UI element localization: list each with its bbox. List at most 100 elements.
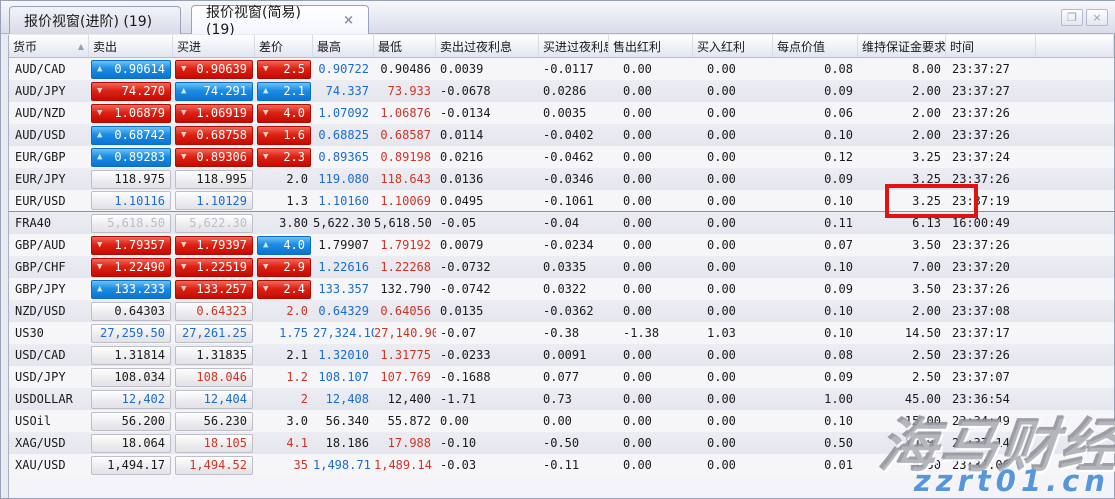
buy-button[interactable]: ▼ 1.06919 [175,103,253,123]
spread-cell[interactable]: ▲ 2.1 [257,81,311,101]
buy-button[interactable]: 18.105 [175,433,253,453]
quote-row-AUD/USD[interactable]: AUD/USD ▲ 0.68742 ▼ 0.68758 ▼ 1.6 0.68825 0.6858… [9,124,1114,146]
low-value: 1.31775 [380,348,431,362]
time-value: 23:37:27 [952,84,1010,98]
quote-row-EUR/GBP[interactable]: EUR/GBP ▲ 0.89283 ▼ 0.89306 ▼ 2.3 0.89365 0.8919… [9,146,1114,168]
col-header-buy_dividend[interactable]: 买入红利 [693,35,773,57]
sell-button[interactable]: 0.64303 [91,301,171,321]
spread-cell[interactable]: ▼ 4.0 [257,103,311,123]
quote-row-NZD/USD[interactable]: NZD/USD 0.64303 0.64323 2.0 0.64329 0.64056 0.… [9,300,1114,322]
point-value: 0.09 [824,172,853,186]
margin-value: 2.50 [912,370,941,384]
spread-cell[interactable]: ▼ 2.5 [257,59,311,79]
price-value: 0.89306 [196,150,247,164]
col-header-point_value[interactable]: 每点价值 [773,35,858,57]
sell-button[interactable]: ▼ 1.22490 [91,257,171,277]
buy-button[interactable]: 12,404 [175,389,253,409]
buy-button[interactable]: 1,494.52 [175,455,253,475]
sell-swap-value: 0.0114 [440,128,484,142]
col-header-currency[interactable]: 货币 ▲ [9,35,89,57]
buy-button[interactable]: 56.230 [175,411,253,431]
time-value: 23:37:26 [952,348,1010,362]
sell-button[interactable]: 108.034 [91,367,171,387]
quote-row-GBP/CHF[interactable]: GBP/CHF ▼ 1.22490 ▼ 1.22519 ▼ 2.9 1.22616 1.2226… [9,256,1114,278]
buy-button[interactable]: 118.995 [175,169,253,189]
quote-row-USD/JPY[interactable]: USD/JPY 108.034 108.046 1.2 108.107 107.769 -0… [9,366,1114,388]
quote-row-AUD/NZD[interactable]: AUD/NZD ▼ 1.06879 ▼ 1.06919 ▼ 4.0 1.07092 1.0687… [9,102,1114,124]
col-header-high[interactable]: 最高 [313,35,374,57]
buy-button[interactable]: ▼ 1.22519 [175,257,253,277]
sell-button[interactable]: 5,618.50 [91,213,171,233]
quote-row-GBP/JPY[interactable]: GBP/JPY ▲ 133.233 ▼ 133.257 ▼ 2.4 133.357 132.79… [9,278,1114,300]
quote-row-AUD/JPY[interactable]: AUD/JPY ▼ 74.270 ▲ 74.291 ▲ 2.1 74.337 73.933 -0.… [9,80,1114,102]
spread-cell: 1.2 [286,370,308,384]
tab-quote-simple[interactable]: 报价视窗(简易) (19) × [191,5,369,38]
col-header-sell_dividend[interactable]: 售出红利 [609,35,693,57]
buy-button[interactable]: 27,261.25 [175,323,253,343]
col-header-low[interactable]: 最低 [374,35,436,57]
sell-button[interactable]: 56.200 [91,411,171,431]
tab-close-icon[interactable]: × [343,14,354,27]
down-arrow-icon: ▼ [181,239,187,250]
close-icon[interactable]: × [1086,9,1108,26]
buy-button[interactable]: ▲ 74.291 [175,81,253,101]
spread-cell[interactable]: ▼ 1.6 [257,125,311,145]
sell-button[interactable]: ▲ 0.89283 [91,147,171,167]
sell-button[interactable]: 1.10116 [91,191,171,210]
buy-button[interactable]: 5,622.30 [175,213,253,233]
tab-label: 报价视窗(简易) (19) [206,5,301,38]
price-value: 1,494.17 [107,458,165,472]
time-value: 23:37:14 [952,436,1010,450]
quote-row-FRA40[interactable]: FRA40 5,618.50 5,622.30 3.80 5,622.30 5,618.5… [9,212,1114,234]
spread-cell[interactable]: ▲ 4.0 [257,235,311,255]
buy-button[interactable]: ▼ 0.89306 [175,147,253,167]
spread-cell[interactable]: ▼ 2.3 [257,147,311,167]
quote-row-AUD/CAD[interactable]: AUD/CAD ▲ 0.90614 ▼ 0.90639 ▼ 2.5 0.90722 0.9048… [9,58,1114,80]
quote-row-XAU/USD[interactable]: XAU/USD 1,494.17 1,494.52 35 1,498.71 1,489.1… [9,454,1114,476]
col-header-time[interactable]: 时间 [946,35,1036,57]
col-header-sell[interactable]: 卖出 [89,35,173,57]
col-header-sell_swap[interactable]: 卖出过夜利息 [436,35,539,57]
buy-button[interactable]: ▼ 0.68758 [175,125,253,145]
sell-button[interactable]: ▲ 0.68742 [91,125,171,145]
quote-row-XAG/USD[interactable]: XAG/USD 18.064 18.105 4.1 18.186 17.988 -0.10 -… [9,432,1114,454]
quote-row-USOil[interactable]: USOil 56.200 56.230 3.0 56.340 55.872 0.00 0.00… [9,410,1114,432]
buy-button[interactable]: ▼ 0.90639 [175,59,253,79]
sell-button[interactable]: ▲ 133.233 [91,279,171,299]
col-header-buy_swap[interactable]: 买进过夜利息 [539,35,609,57]
spread-cell[interactable]: ▼ 2.4 [257,279,311,299]
sell-button[interactable]: ▼ 74.270 [91,81,171,101]
buy-button[interactable]: 1.10129 [175,191,253,210]
quote-row-US30[interactable]: US30 27,259.50 27,261.25 1.75 27,324.10 27,14… [9,322,1114,344]
high-value: 27,324.10 [313,326,374,340]
quote-row-USD/CAD[interactable]: USD/CAD 1.31814 1.31835 2.1 1.32010 1.31775 -0… [9,344,1114,366]
quote-row-USDOLLAR[interactable]: USDOLLAR 12,402 12,404 2 12,408 12,400 -1.71 0.… [9,388,1114,410]
sell-button[interactable]: 1,494.17 [91,455,171,475]
spread-cell[interactable]: ▼ 2.9 [257,257,311,277]
currency-label: GBP/AUD [15,238,66,252]
sell-button[interactable]: ▼ 1.06879 [91,103,171,123]
down-arrow-icon: ▼ [181,283,187,294]
sell-button[interactable]: 118.975 [91,169,171,189]
quote-row-GBP/AUD[interactable]: GBP/AUD ▼ 1.79357 ▼ 1.79397 ▲ 4.0 1.79907 1.7919… [9,234,1114,256]
buy-button[interactable]: ▼ 1.79397 [175,235,253,255]
quote-row-EUR/JPY[interactable]: EUR/JPY 118.975 118.995 2.0 119.080 118.643 0.… [9,168,1114,190]
sell-button[interactable]: 18.064 [91,433,171,453]
tab-quote-advanced[interactable]: 报价视窗(进阶) (19) [9,6,181,34]
sell-swap-value: -0.0742 [440,282,491,296]
restore-icon[interactable]: ❐ [1061,9,1083,26]
col-header-spread[interactable]: 差价 [255,35,313,57]
sell-button[interactable]: 27,259.50 [91,323,171,343]
col-header-buy[interactable]: 买进 [173,35,255,57]
quote-row-EUR/USD[interactable]: EUR/USD 1.10116 1.10129 1.3 1.10160 1.10069 0.… [9,190,1114,212]
buy-button[interactable]: 1.31835 [175,345,253,365]
buy-button[interactable]: ▼ 133.257 [175,279,253,299]
sell-button[interactable]: ▲ 0.90614 [91,59,171,79]
buy-button[interactable]: 108.046 [175,367,253,387]
sell-button[interactable]: 12,402 [91,389,171,409]
buy-button[interactable]: 0.64323 [175,301,253,321]
col-header-margin[interactable]: 维持保证金要求 [858,35,946,57]
sell-button[interactable]: 1.31814 [91,345,171,365]
sell-button[interactable]: ▼ 1.79357 [91,235,171,255]
price-value: 1.10116 [114,193,165,208]
